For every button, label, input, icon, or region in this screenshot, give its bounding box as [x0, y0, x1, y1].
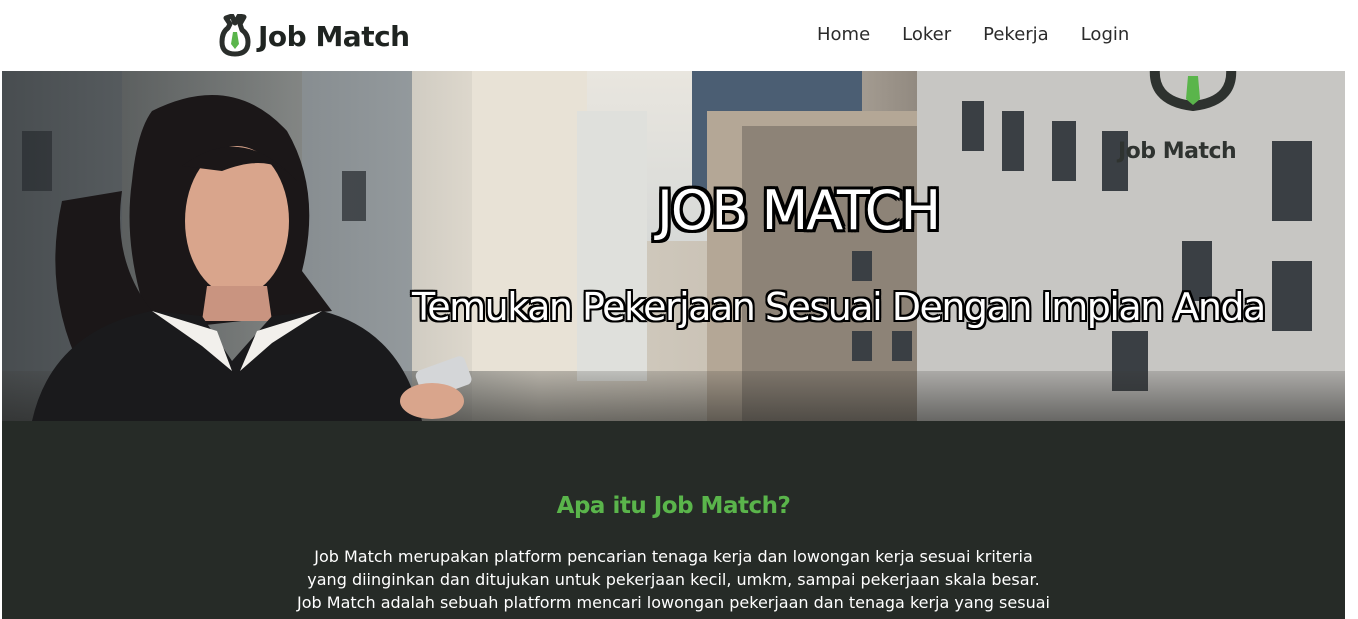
about-text-line: yang diinginkan dan ditujukan untuk peke… [307, 570, 1040, 589]
hero-window [852, 331, 872, 361]
brand-logo-link[interactable]: Job Match [218, 14, 410, 58]
page: Job Match Home Loker Pekerja Login JOB M… [2, 0, 1345, 619]
nav-link-loker[interactable]: Loker [902, 24, 951, 45]
hero-window [1002, 111, 1024, 171]
hero-subtitle: Temukan Pekerjaan Sesuai Dengan Impian A… [412, 285, 1266, 329]
hero-building [577, 111, 647, 381]
nav-link-pekerja[interactable]: Pekerja [983, 24, 1049, 45]
brand-name: Job Match [258, 19, 410, 53]
nav-link-home[interactable]: Home [817, 24, 870, 45]
hero-window [1272, 261, 1312, 331]
hero-window [962, 101, 984, 151]
hero-window [852, 251, 872, 281]
hero-title: JOB MATCH [657, 179, 941, 242]
about-section: Apa itu Job Match? Job Match merupakan p… [2, 421, 1345, 619]
main-nav: Home Loker Pekerja Login [802, 24, 1161, 45]
hero-watermark-text: Job Match [1118, 139, 1237, 164]
about-text-line: Job Match merupakan platform pencarian t… [314, 547, 1033, 566]
hero-window [1052, 121, 1076, 181]
about-text-line: Job Match adalah sebuah platform mencari… [297, 593, 1050, 612]
hero-window [1272, 141, 1312, 221]
hero-woman-image [32, 95, 472, 421]
hero-banner: JOB MATCH Temukan Pekerjaan Sesuai Denga… [2, 71, 1345, 421]
nav-link-login[interactable]: Login [1081, 24, 1130, 45]
hand-ok-tie-icon [219, 14, 251, 57]
about-title: Apa itu Job Match? [556, 493, 791, 519]
about-text: Job Match merupakan platform pencarian t… [2, 545, 1345, 614]
navbar: Job Match Home Loker Pekerja Login [2, 0, 1345, 71]
hero-window [892, 331, 912, 361]
